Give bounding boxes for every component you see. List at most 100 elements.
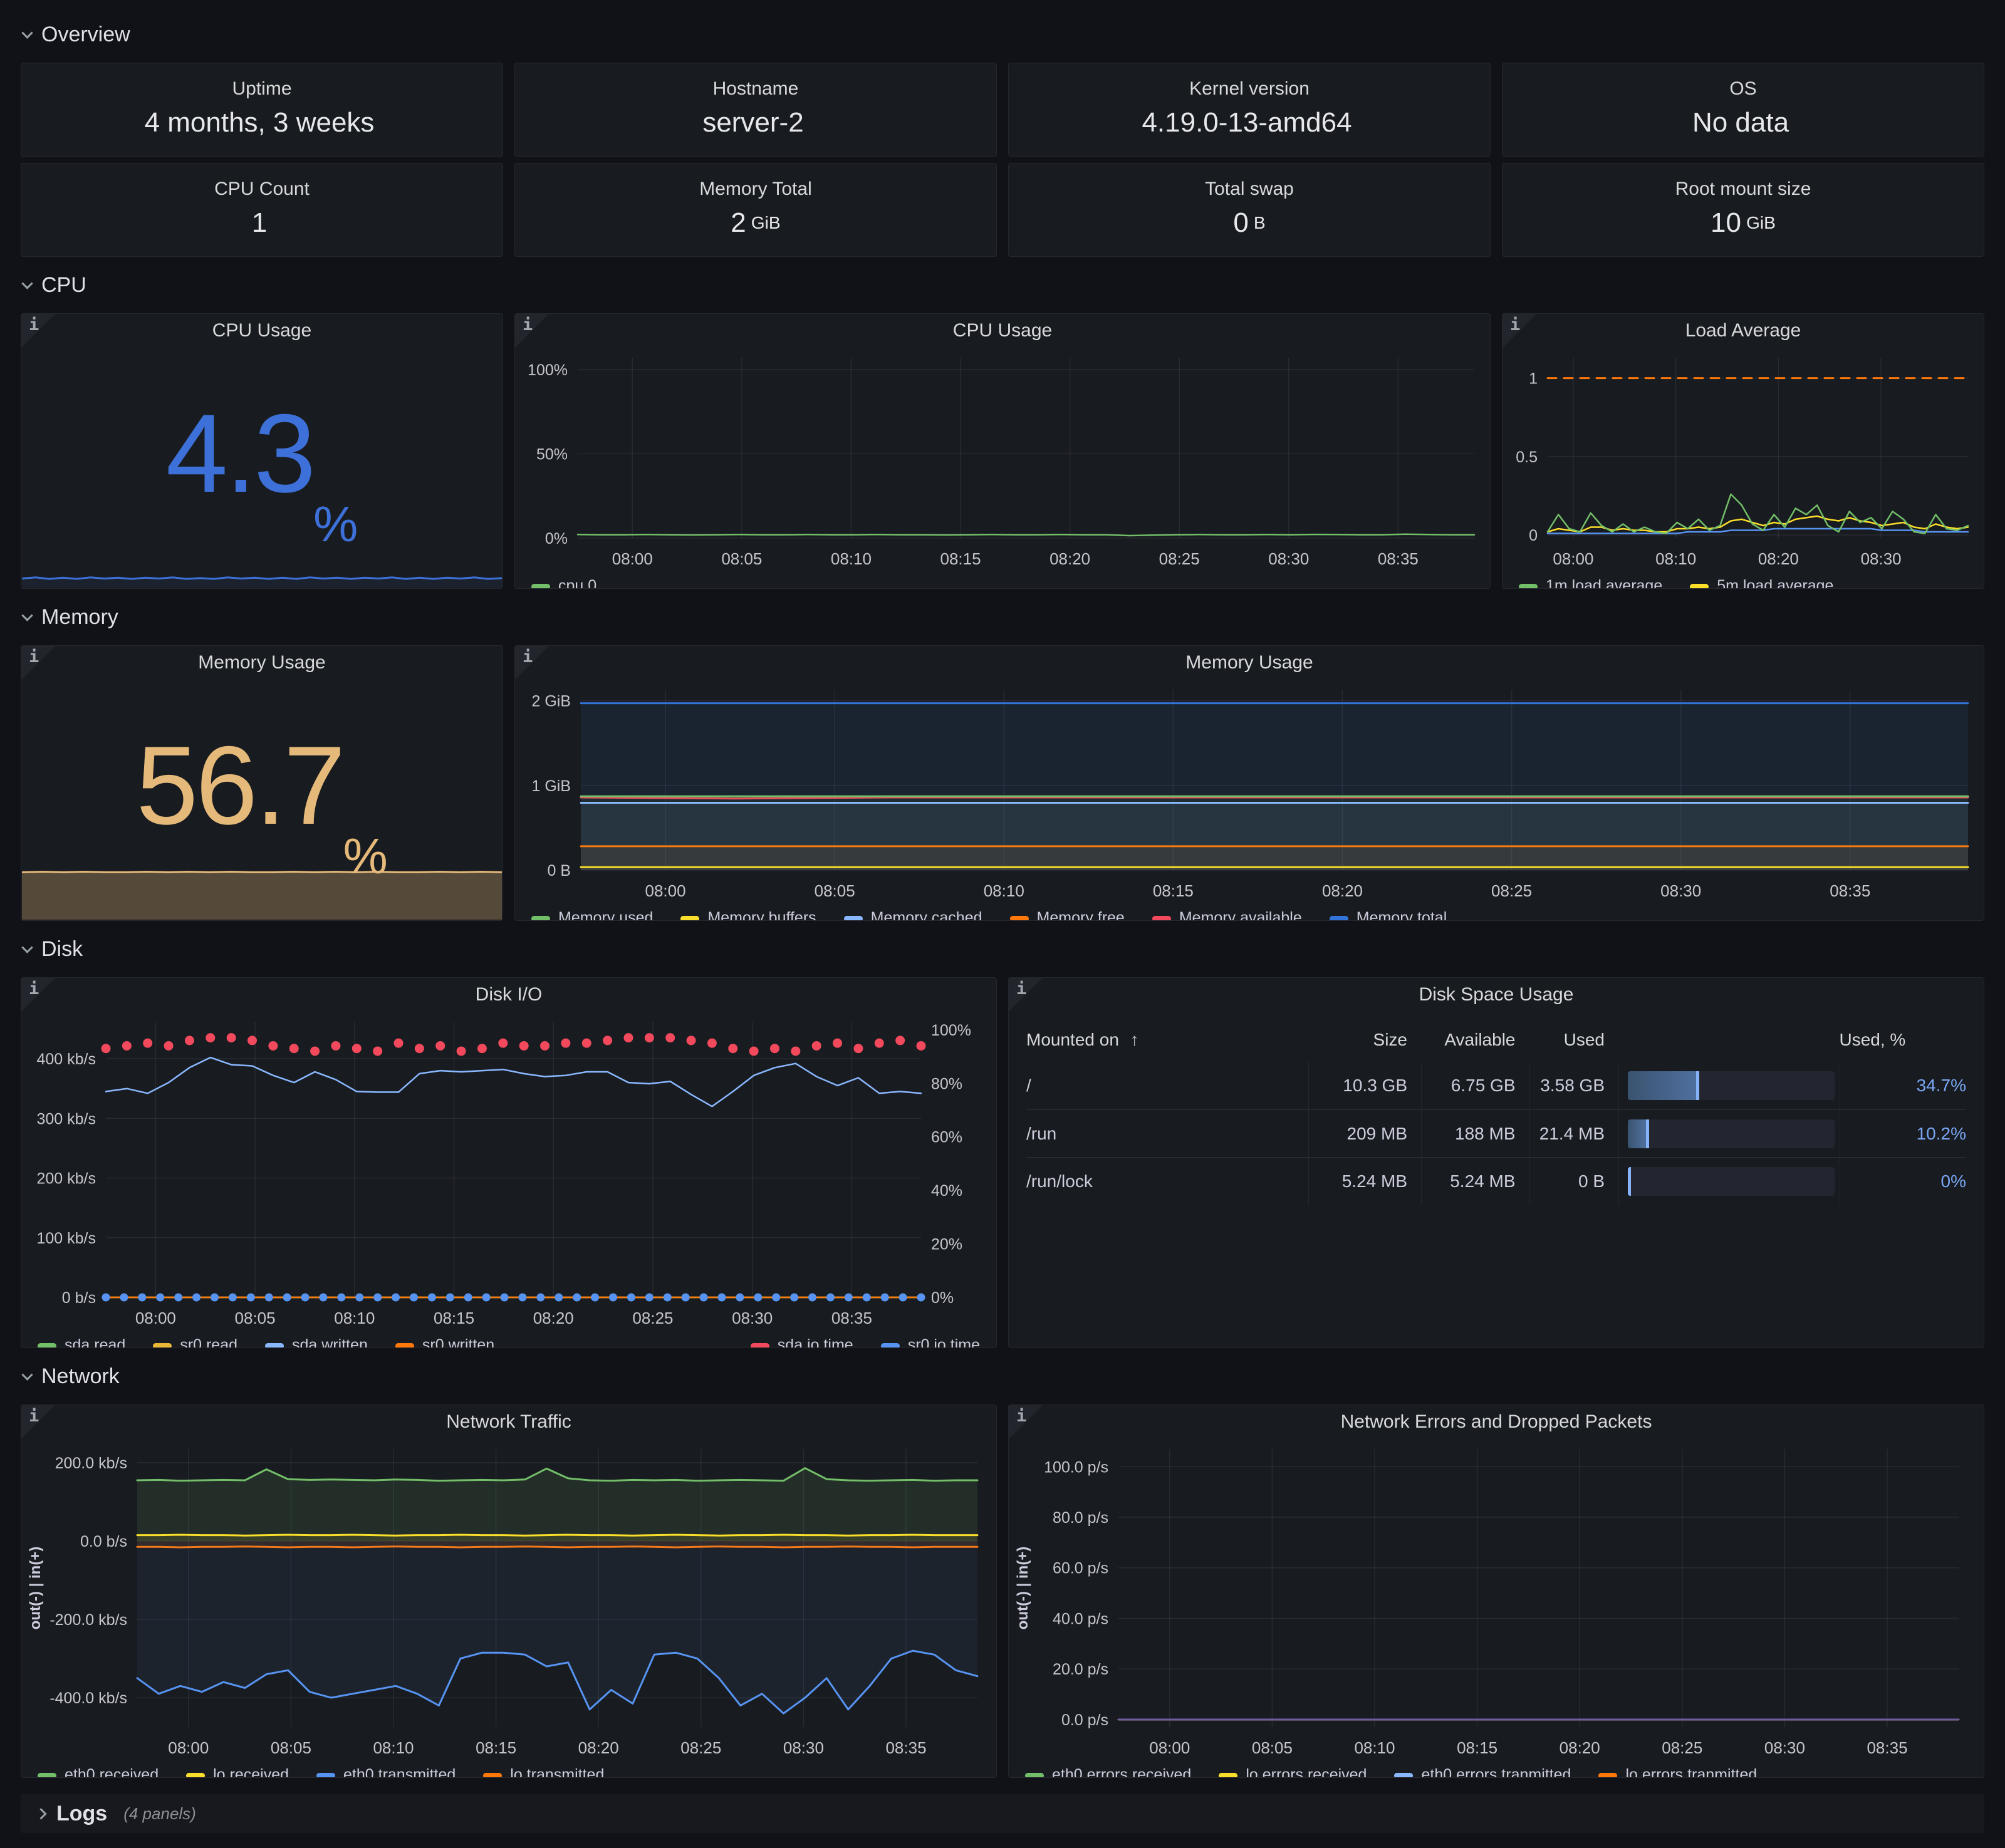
- section-row-logs[interactable]: Logs (4 panels): [21, 1794, 1984, 1833]
- svg-text:08:00: 08:00: [1149, 1738, 1190, 1757]
- panel-title: Hostname: [713, 80, 799, 98]
- available-cell: 5.24 MB: [1421, 1158, 1529, 1205]
- legend-item-Memory-cached[interactable]: Memory cached: [844, 909, 982, 921]
- legend-swatch: [38, 1773, 56, 1778]
- legend-item-lo-errors-tranmitted[interactable]: lo errors tranmitted: [1598, 1766, 1757, 1778]
- disk-io-chart-area[interactable]: 0 b/s100 kb/s200 kb/s300 kb/s400 kb/s0%2…: [21, 1012, 996, 1334]
- stat-value: server-2: [702, 107, 803, 138]
- legend-item-lo-errors-received[interactable]: lo errors received: [1219, 1766, 1367, 1778]
- size-cell: 209 MB: [1308, 1110, 1421, 1157]
- column-header-used-pct[interactable]: Used, %: [1840, 1030, 1967, 1050]
- svg-text:0.0 b/s: 0.0 b/s: [80, 1533, 127, 1550]
- legend-item-sda-io-time[interactable]: sda io time: [751, 1336, 853, 1348]
- size-cell: 10.3 GB: [1308, 1062, 1421, 1109]
- memory-usage-legend: Memory used Memory buffers Memory cached Me…: [515, 906, 1984, 921]
- info-icon[interactable]: i: [21, 646, 55, 680]
- legend-item-eth0-received[interactable]: eth0 received: [38, 1766, 159, 1778]
- column-header-available[interactable]: Available: [1421, 1030, 1529, 1050]
- section-header-memory[interactable]: Memory: [23, 604, 1984, 630]
- table-row: /run 209 MB 188 MB 21.4 MB 10.2%: [1026, 1109, 1966, 1157]
- info-icon[interactable]: i: [1009, 1405, 1043, 1439]
- info-icon[interactable]: i: [21, 314, 55, 348]
- available-cell: 6.75 GB: [1421, 1062, 1529, 1109]
- info-icon[interactable]: i: [21, 978, 55, 1012]
- panel-disk-io: i Disk I/O 0 b/s100 kb/s200 kb/s300 kb/s…: [21, 977, 997, 1348]
- panel-title: CPU Count: [214, 180, 310, 199]
- legend-swatch: [153, 1343, 172, 1348]
- legend-item-lo-transmitted[interactable]: lo transmitted: [483, 1766, 604, 1778]
- network-traffic-chart-area[interactable]: 200.0 kb/s0.0 b/s-200.0 kb/s-400.0 kb/s0…: [21, 1439, 996, 1763]
- used-cell: 3.58 GB: [1529, 1062, 1619, 1109]
- stat-unit: B: [1254, 213, 1266, 233]
- section-header-disk[interactable]: Disk: [23, 936, 1984, 962]
- legend-item-cpu-0[interactable]: cpu 0: [531, 577, 596, 589]
- column-header-used[interactable]: Used: [1529, 1030, 1619, 1050]
- svg-text:08:20: 08:20: [1560, 1738, 1600, 1757]
- legend-item-sr0-io-time[interactable]: sr0 io time: [881, 1336, 980, 1348]
- info-icon[interactable]: i: [1009, 978, 1043, 1012]
- legend-swatch: [1025, 1773, 1044, 1778]
- section-label: Logs: [56, 1802, 107, 1826]
- svg-text:-200.0 kb/s: -200.0 kb/s: [49, 1611, 127, 1629]
- svg-text:08:20: 08:20: [578, 1738, 619, 1757]
- legend-item-eth0-errors-tranmitted[interactable]: eth0 errors tranmitted: [1394, 1766, 1571, 1778]
- svg-text:08:05: 08:05: [1252, 1738, 1293, 1757]
- svg-text:80.0 p/s: 80.0 p/s: [1053, 1509, 1108, 1527]
- legend-item-1m-load-average[interactable]: 1m load average: [1519, 577, 1662, 589]
- svg-text:08:20: 08:20: [533, 1309, 574, 1327]
- svg-text:08:25: 08:25: [1491, 881, 1532, 900]
- svg-text:0 b/s: 0 b/s: [62, 1289, 96, 1307]
- section-header-cpu[interactable]: CPU: [23, 272, 1984, 298]
- svg-text:-400.0 kb/s: -400.0 kb/s: [49, 1690, 127, 1707]
- svg-text:1: 1: [1529, 370, 1538, 388]
- stat-value: 4 months, 3 weeks: [145, 107, 375, 138]
- load-average-chart-area[interactable]: 00.5108:0008:1008:2008:30: [1502, 348, 1984, 574]
- section-header-overview[interactable]: Overview: [23, 21, 1984, 48]
- section-header-network[interactable]: Network: [23, 1363, 1984, 1389]
- legend-item-sda-written[interactable]: sda written: [265, 1336, 368, 1348]
- cpu-usage-chart-area[interactable]: 0%50%100%08:0008:0508:1008:1508:2008:250…: [515, 348, 1490, 574]
- panel-title: CPU Usage: [515, 314, 1490, 348]
- legend-item-sda-read[interactable]: sda read: [38, 1336, 125, 1348]
- legend-item-Memory-buffers[interactable]: Memory buffers: [680, 909, 816, 921]
- legend-item-Memory-total[interactable]: Memory total: [1330, 909, 1447, 921]
- stat-panel-memory-total: Memory Total 2GiB: [514, 163, 997, 257]
- memory-sparkline: [22, 867, 502, 920]
- svg-text:0 B: 0 B: [547, 862, 571, 880]
- column-header-mounted-on[interactable]: Mounted on ↑: [1026, 1030, 1308, 1050]
- legend-swatch: [531, 916, 550, 921]
- legend-item-sr0-read[interactable]: sr0 read: [153, 1336, 237, 1348]
- svg-text:08:15: 08:15: [1457, 1738, 1497, 1757]
- info-icon[interactable]: i: [1502, 314, 1536, 348]
- legend-swatch: [38, 1343, 56, 1348]
- legend-swatch: [844, 916, 863, 921]
- legend-item-Memory-free[interactable]: Memory free: [1010, 909, 1125, 921]
- usage-bar: [1618, 1110, 1840, 1157]
- svg-text:08:35: 08:35: [1867, 1738, 1907, 1757]
- chevron-down-icon: [21, 1369, 33, 1380]
- table-row: / 10.3 GB 6.75 GB 3.58 GB 34.7%: [1026, 1062, 1966, 1109]
- used-pct-cell: 34.7%: [1840, 1062, 1967, 1109]
- legend-item-eth0-transmitted[interactable]: eth0 transmitted: [316, 1766, 456, 1778]
- legend-item-lo-received[interactable]: lo received: [186, 1766, 289, 1778]
- svg-text:100%: 100%: [528, 361, 568, 379]
- info-icon[interactable]: i: [515, 314, 549, 348]
- column-header-size[interactable]: Size: [1308, 1030, 1421, 1050]
- svg-text:100 kb/s: 100 kb/s: [36, 1230, 96, 1247]
- overview-stats-row-2: CPU Count 1 Memory Total 2GiB Total swap…: [21, 163, 1984, 257]
- info-icon[interactable]: i: [515, 646, 549, 680]
- legend-item-5m-load-average[interactable]: 5m load average: [1690, 577, 1833, 589]
- legend-item-Memory-used[interactable]: Memory used: [531, 909, 653, 921]
- legend-item-eth0-errors-received[interactable]: eth0 errors received: [1025, 1766, 1191, 1778]
- network-errors-chart-area[interactable]: 0.0 p/s20.0 p/s40.0 p/s60.0 p/s80.0 p/s1…: [1009, 1439, 1984, 1763]
- panel-title: Disk Space Usage: [1009, 978, 1984, 1012]
- legend-item-Memory-available[interactable]: Memory available: [1152, 909, 1302, 921]
- memory-usage-chart-area[interactable]: 0 B1 GiB2 GiB08:0008:0508:1008:1508:2008…: [515, 680, 1984, 906]
- panel-network-errors: i Network Errors and Dropped Packets 0.0…: [1008, 1404, 1984, 1778]
- svg-text:80%: 80%: [931, 1075, 962, 1093]
- legend-item-sr0-written[interactable]: sr0 written: [395, 1336, 494, 1348]
- svg-text:2 GiB: 2 GiB: [531, 693, 571, 710]
- info-icon[interactable]: i: [21, 1405, 55, 1439]
- svg-text:08:00: 08:00: [1553, 549, 1593, 568]
- chevron-down-icon: [21, 942, 33, 953]
